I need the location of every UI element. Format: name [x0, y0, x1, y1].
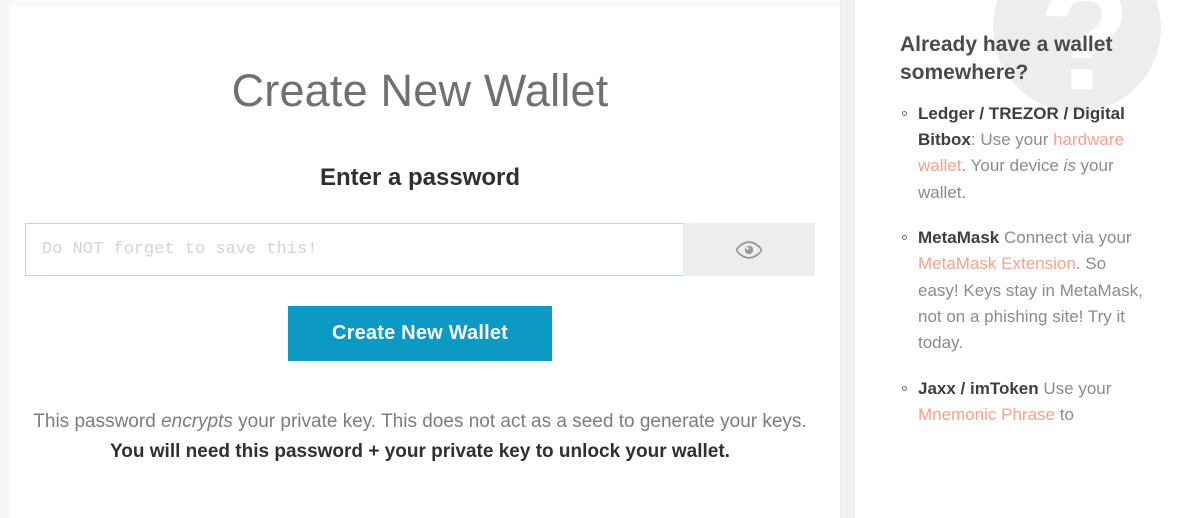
list-item-text-b: to — [1055, 405, 1074, 425]
panel-divider — [840, 0, 856, 518]
password-input[interactable] — [25, 223, 683, 277]
list-item-text-a: : Use your — [970, 130, 1054, 150]
helper-part-2: your private key. This does not act as a… — [232, 411, 807, 433]
eye-icon — [735, 241, 762, 259]
list-item-title: Jaxx / imToken — [918, 378, 1039, 398]
password-helper-text: This password encrypts your private key.… — [25, 361, 815, 466]
list-item-text-a: Use your — [1038, 378, 1112, 398]
page-gutter-left — [0, 0, 9, 518]
wallet-options-list: Ledger / TREZOR / Digital Bitbox: Use yo… — [900, 101, 1150, 429]
list-item: Jaxx / imToken Use your Mnemonic Phrase … — [902, 376, 1150, 429]
metamask-extension-link[interactable]: MetaMask Extension — [918, 254, 1076, 273]
helper-emphasis: encrypts — [161, 411, 233, 433]
password-section-label: Enter a password — [319, 163, 521, 191]
main-panel: Create New Wallet Enter a password Creat… — [0, 0, 840, 518]
toggle-password-visibility-button[interactable] — [683, 223, 815, 277]
helper-part-1: This password — [33, 411, 162, 433]
create-wallet-page: Create New Wallet Enter a password Creat… — [0, 0, 1183, 518]
create-new-wallet-button[interactable]: Create New Wallet — [287, 306, 553, 362]
list-item: Ledger / TREZOR / Digital Bitbox: Use yo… — [902, 101, 1150, 206]
submit-row: Create New Wallet — [25, 306, 815, 362]
list-item-emphasis: is — [1063, 156, 1076, 176]
helper-bold: You will need this password + your priva… — [110, 440, 730, 462]
sidebar-content: Already have a wallet somewhere? Ledger … — [856, 0, 1183, 428]
sidebar-title: Already have a wallet somewhere? — [900, 33, 1113, 85]
password-input-group — [25, 223, 815, 277]
list-item-text-b: . Your device — [961, 156, 1064, 176]
main-panel-content: Create New Wallet Enter a password Creat… — [25, 0, 815, 466]
page-top-rule — [9, 0, 840, 5]
list-item-title: MetaMask — [918, 228, 1000, 248]
page-title: Create New Wallet — [231, 65, 609, 116]
list-item-text-a: Connect via your — [999, 228, 1132, 248]
list-item: MetaMask Connect via your MetaMask Exten… — [902, 225, 1150, 357]
mnemonic-phrase-link[interactable]: Mnemonic Phrase — [918, 405, 1055, 424]
sidebar-help-panel: ? Already have a wallet somewhere? Ledge… — [856, 0, 1183, 518]
